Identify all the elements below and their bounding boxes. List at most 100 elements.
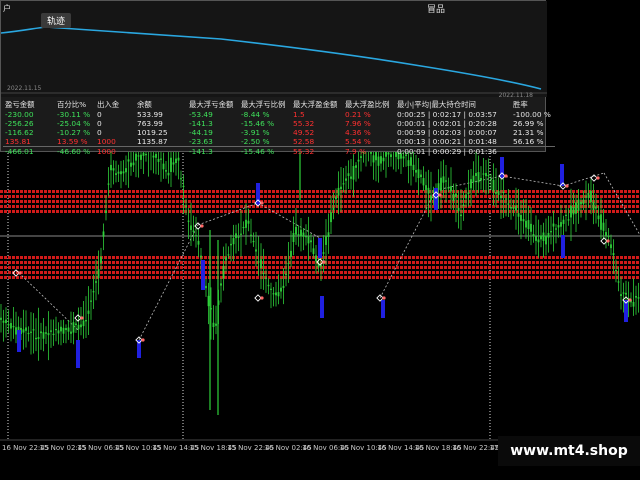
band-cell: [76, 205, 79, 208]
candle-body: [240, 233, 242, 235]
band-cell: [344, 210, 347, 213]
band-cell: [340, 256, 343, 259]
band-cell: [12, 256, 15, 259]
band-cell: [588, 276, 591, 279]
band-cell: [16, 276, 19, 279]
band-cell: [500, 210, 503, 213]
band-cell: [536, 195, 539, 198]
band-cell: [560, 190, 563, 193]
band-cell: [296, 200, 299, 203]
band-cell: [312, 190, 315, 193]
band-cell: [344, 266, 347, 269]
candle-body: [227, 254, 230, 256]
band-cell: [408, 261, 411, 264]
band-cell: [400, 266, 403, 269]
trade-marker-dot: [382, 296, 386, 300]
band-cell: [84, 205, 87, 208]
band-cell: [232, 205, 235, 208]
band-cell: [500, 205, 503, 208]
band-cell: [336, 271, 339, 274]
band-cell: [600, 200, 603, 203]
band-cell: [196, 261, 199, 264]
band-cell: [108, 271, 111, 274]
band-cell: [352, 256, 355, 259]
band-cell: [532, 266, 535, 269]
candle-body: [162, 163, 165, 170]
trade-marker-dot: [606, 239, 610, 243]
stats-cell: 0:00:13 | 0:00:21 | 0:01:48: [397, 137, 497, 146]
candle-body: [65, 328, 67, 331]
band-cell: [88, 210, 91, 213]
stats-header-cell: 出入金: [97, 100, 120, 109]
band-cell: [548, 210, 551, 213]
band-cell: [512, 256, 515, 259]
band-cell: [540, 200, 543, 203]
band-cell: [104, 261, 107, 264]
band-cell: [328, 261, 331, 264]
candle-body: [357, 159, 360, 162]
band-cell: [40, 256, 43, 259]
band-cell: [508, 276, 511, 279]
band-cell: [584, 261, 587, 264]
trade-marker-dot: [628, 298, 632, 302]
band-cell: [168, 266, 171, 269]
statistics-panel[interactable]: 户 轨迹 冒品 2022.11.15 2022.11.18 盈亏金额 百分比% 出入…: [0, 0, 555, 156]
band-cell: [56, 276, 59, 279]
candle-body: [485, 173, 487, 177]
band-cell: [440, 256, 443, 259]
candle-body: [420, 174, 422, 178]
band-cell: [476, 271, 479, 274]
band-cell: [304, 200, 307, 203]
band-cell: [520, 195, 523, 198]
band-cell: [400, 195, 403, 198]
band-cell: [340, 271, 343, 274]
band-cell: [324, 200, 327, 203]
stats-cell: -466.01: [3, 146, 55, 156]
band-cell: [128, 205, 131, 208]
band-cell: [348, 195, 351, 198]
band-cell: [296, 205, 299, 208]
stats-cell: 26.99 %: [513, 119, 544, 128]
trade-marker-dot: [141, 338, 145, 342]
band-cell: [84, 210, 87, 213]
band-cell: [16, 200, 19, 203]
band-cell: [208, 190, 211, 193]
band-cell: [228, 210, 231, 213]
candle-body: [452, 193, 455, 201]
band-cell: [248, 256, 251, 259]
band-cell: [384, 276, 387, 279]
band-cell: [628, 195, 631, 198]
band-cell: [188, 205, 191, 208]
band-cell: [68, 261, 71, 264]
band-cell: [416, 271, 419, 274]
band-cell: [188, 271, 191, 274]
band-cell: [68, 256, 71, 259]
band-cell: [100, 276, 103, 279]
band-cell: [104, 205, 107, 208]
band-cell: [348, 200, 351, 203]
band-cell: [148, 256, 151, 259]
band-cell: [584, 266, 587, 269]
band-cell: [128, 261, 131, 264]
band-cell: [44, 266, 47, 269]
candle-body: [577, 199, 580, 211]
panel-tab-left[interactable]: 户: [3, 3, 11, 14]
equity-curve-chart: [1, 1, 547, 97]
band-cell: [88, 271, 91, 274]
tab-trajectory[interactable]: 轨迹: [41, 13, 72, 28]
trade-marker-dot: [504, 174, 508, 178]
stats-cell: 1000: [97, 137, 116, 146]
band-cell: [0, 276, 3, 279]
band-cell: [280, 190, 283, 193]
band-cell: [624, 261, 627, 264]
band-cell: [112, 261, 115, 264]
band-cell: [72, 266, 75, 269]
band-cell: [232, 200, 235, 203]
band-cell: [376, 195, 379, 198]
band-cell: [368, 190, 371, 193]
band-cell: [308, 276, 311, 279]
band-cell: [156, 256, 159, 259]
band-cell: [408, 200, 411, 203]
candle-body: [255, 249, 257, 252]
candle-body: [575, 202, 577, 214]
